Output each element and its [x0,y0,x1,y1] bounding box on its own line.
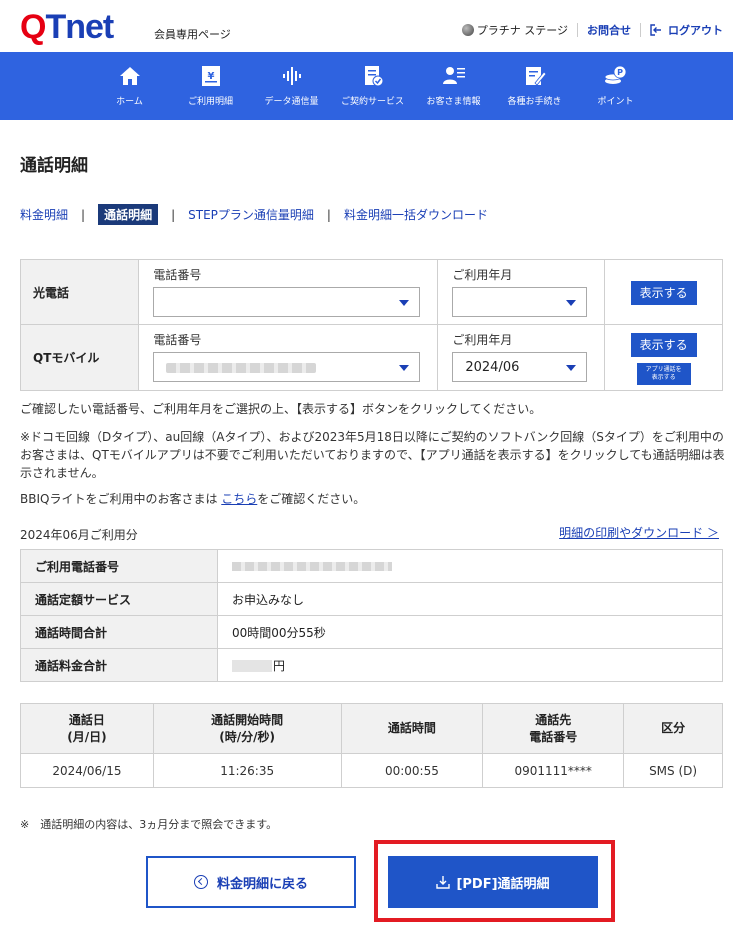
mobile-month-label: ご利用年月 [452,333,513,347]
bbiq-note: BBIQライトをご利用中のお客さまは こちらをご確認ください。 [20,492,366,506]
chevron-left-circle-icon [193,875,208,889]
divider [577,23,578,37]
instruction-note: ご確認したい電話番号、ご利用年月をご選択の上、【表示する】ボタンをクリックしてく… [20,402,542,416]
summary-label: 通話料金合計 [20,648,218,682]
tab-divider: | [326,207,331,222]
table-row: 通話時間合計 00時間00分55秒 [20,615,723,649]
main-nav: ホーム ¥ ご利用明細 データ通信量 ご契約サービス お客さま情報 各種お手続き… [0,52,733,120]
home-icon [119,67,140,85]
logout-link[interactable]: ログアウト [668,22,723,38]
column-header: 通話開始時間 (時/分/秒) [152,703,342,754]
nav-item-data-usage[interactable]: データ通信量 [251,52,332,120]
stage-label: プラチナ ステージ [476,24,568,37]
nav-item-points[interactable]: P ポイント [575,52,656,120]
summary-value: 00時間00分55秒 [217,615,723,649]
tab-call-details[interactable]: 通話明細 [98,204,159,225]
summary-label: 通話定額サービス [20,582,218,616]
table-row: 2024/06/15 11:26:35 00:00:55 0901111****… [20,753,723,788]
page-title: 通話明細 [20,156,88,176]
bbiq-here-link[interactable]: こちら [221,492,257,506]
hikari-show-button[interactable]: 表示する [630,281,697,305]
tab-divider: | [81,207,86,222]
contact-link[interactable]: お問合せ [587,22,631,38]
summary-value: 円 [217,648,723,682]
customer-info-icon [442,67,465,84]
search-form-table: 光電話 電話番号 ご利用年月 表示する QTモバイル 電話番号 ご利用年月 20… [19,259,723,391]
nav-item-procedures[interactable]: 各種お手続き [494,52,575,120]
procedures-icon [525,67,547,86]
column-header: 通話日 (月/日) [20,703,154,754]
mobile-row-label: QTモバイル [19,324,140,391]
table-row: ご利用電話番号 [20,549,723,583]
top-bar: QTnet 会員専用ページ プラチナ ステージ お問合せ ログアウト [0,0,733,52]
chevron-down-icon [399,300,410,306]
logout-icon[interactable] [650,24,662,36]
summary-label: 通話時間合計 [20,615,218,649]
redacted-amount [232,660,272,672]
table-header-row: 通話日 (月/日) 通話開始時間 (時/分/秒) 通話時間 通話先 電話番号 区分 [20,703,723,754]
call-details-table: 通話日 (月/日) 通話開始時間 (時/分/秒) 通話時間 通話先 電話番号 区分 2… [20,703,723,788]
call-start-time: 11:26:35 [152,753,342,788]
summary-label: ご利用電話番号 [20,549,218,583]
svg-text:¥: ¥ [207,71,214,82]
column-header: 通話先 電話番号 [482,703,625,754]
qtnet-logo[interactable]: QTnet [20,10,114,44]
call-date: 2024/06/15 [20,753,154,788]
nav-item-customer-info[interactable]: お客さま情報 [413,52,494,120]
sub-tabs: 料金明細 | 通話明細 | STEPプラン通信量明細 | 料金明細一括ダウンロー… [20,204,488,225]
summary-table: ご利用電話番号 通話定額サービス お申込みなし 通話時間合計 00時間00分55… [20,549,723,682]
column-header: 通話時間 [340,703,484,754]
top-right-menu: プラチナ ステージ お問合せ ログアウト [461,22,723,38]
redacted-phone-number [166,363,317,373]
mobile-show-button[interactable]: 表示する [630,333,697,357]
bill-icon: ¥ [201,66,220,86]
points-icon: P [604,65,626,84]
mobile-phone-select[interactable] [153,352,421,382]
back-to-bill-button[interactable]: 料金明細に戻る [146,856,356,908]
usage-period-label: 2024年06月ご利用分 [20,528,138,542]
call-type: SMS (D) [623,753,723,788]
call-duration: 00:00:55 [340,753,484,788]
show-app-calls-button[interactable]: アプリ通話を 表示する [636,363,691,385]
table-row: 通話料金合計 円 [20,648,723,682]
print-download-link[interactable]: 明細の印刷やダウンロード ＞ [559,524,719,541]
tab-divider: | [171,207,176,222]
tab-bill-details[interactable]: 料金明細 [20,206,68,223]
hikari-row-label: 光電話 [19,259,140,325]
nav-item-home[interactable]: ホーム [89,52,170,120]
platinum-stage-icon [461,24,474,36]
hikari-month-select[interactable] [452,287,588,317]
call-destination: 0901111**** [482,753,625,788]
column-header: 区分 [623,703,723,754]
summary-value: お申込みなし [217,582,723,616]
svg-text:P: P [617,68,623,77]
divider [640,23,641,37]
data-usage-icon [282,67,301,85]
mobile-phone-label: 電話番号 [153,333,202,347]
download-icon [436,876,451,889]
nav-item-bill[interactable]: ¥ ご利用明細 [170,52,251,120]
retention-footnote: ※ 通話明細の内容は、3ヵ月分まで照会できます。 [20,818,278,831]
chevron-down-icon [566,365,577,371]
hikari-month-label: ご利用年月 [452,268,513,282]
hikari-phone-label: 電話番号 [153,268,202,282]
tab-bulk-download[interactable]: 料金明細一括ダウンロード [344,206,488,223]
summary-value [217,549,723,583]
nav-item-contract[interactable]: ご契約サービス [332,52,413,120]
hikari-phone-select[interactable] [153,287,421,317]
chevron-down-icon [566,300,577,306]
pdf-download-button[interactable]: [PDF]通話明細 [388,856,598,908]
table-row: 通話定額サービス お申込みなし [20,582,723,616]
tab-step-plan[interactable]: STEPプラン通信量明細 [188,206,314,223]
member-page-label: 会員専用ページ [154,28,231,41]
docomo-note: ※ドコモ回線（Dタイプ）、au回線（Aタイプ）、および2023年5月18日以降に… [20,430,725,480]
contract-icon [364,66,383,87]
redacted-phone-number [232,562,392,571]
mobile-month-select[interactable]: 2024/06 [452,352,588,382]
chevron-down-icon [399,365,410,371]
